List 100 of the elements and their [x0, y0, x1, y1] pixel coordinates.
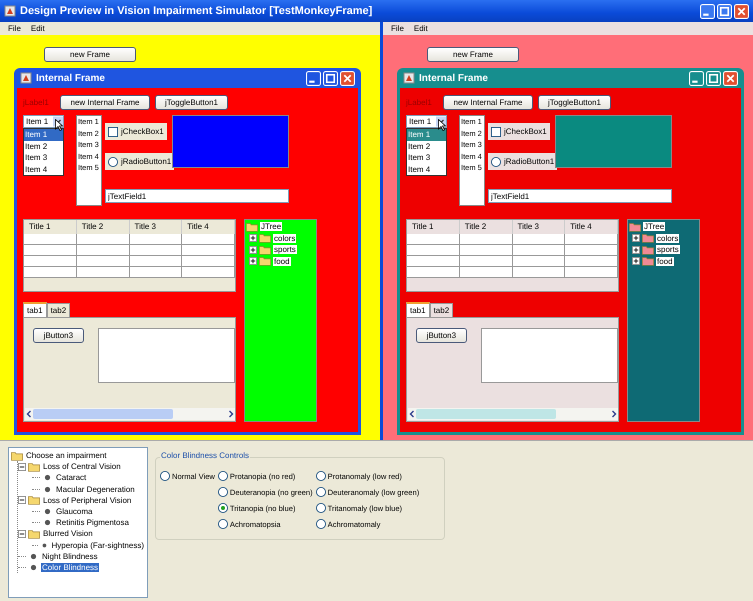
combo-box[interactable]: Item 1 — [406, 115, 447, 128]
scroll-right-icon[interactable] — [610, 409, 618, 419]
tree-node[interactable]: Choose an impairment — [25, 451, 108, 460]
scroll-left-icon[interactable] — [25, 409, 33, 419]
text-field[interactable]: jTextField1 — [488, 189, 672, 203]
folder-icon — [629, 222, 641, 232]
close-button[interactable] — [723, 70, 738, 86]
checkbox[interactable]: jCheckBox1 — [488, 123, 550, 140]
collapse-icon[interactable] — [18, 530, 26, 538]
expand-icon[interactable] — [632, 257, 640, 266]
folder-icon — [642, 244, 654, 255]
button[interactable]: jButton3 — [33, 328, 84, 343]
tree-node[interactable]: sports — [656, 245, 680, 254]
radio-icon[interactable] — [316, 471, 326, 481]
radio-icon[interactable] — [218, 471, 228, 481]
expand-icon[interactable] — [249, 257, 257, 266]
tree-node[interactable]: Loss of Central Vision — [42, 462, 122, 472]
expand-icon[interactable] — [632, 246, 640, 254]
tree-node[interactable]: Macular Degeneration — [55, 484, 136, 494]
scrollbar-thumb[interactable] — [416, 409, 556, 419]
radio-icon[interactable] — [316, 487, 326, 497]
text-area[interactable] — [98, 328, 235, 383]
tree-node[interactable]: Night Blindness — [41, 552, 99, 561]
new-frame-button[interactable]: new Frame — [44, 47, 136, 62]
scroll-right-icon[interactable] — [227, 409, 235, 419]
dropdown-option[interactable]: Item 3 — [24, 152, 63, 164]
radio-button[interactable]: jRadioButton1 — [488, 153, 558, 170]
tree-node[interactable]: colors — [273, 234, 296, 243]
expand-icon[interactable] — [249, 246, 257, 254]
radio-icon[interactable] — [218, 487, 228, 497]
folder-icon — [259, 233, 271, 244]
scroll-left-icon[interactable] — [408, 409, 416, 419]
tree-node[interactable]: Cataract — [55, 473, 88, 482]
radio-icon[interactable] — [491, 156, 501, 166]
collapse-icon[interactable] — [18, 496, 26, 504]
tree-node[interactable]: JTree — [260, 222, 282, 232]
checkbox-icon[interactable] — [491, 126, 501, 136]
tree-node[interactable]: Retinitis Pigmentosa — [55, 518, 130, 528]
folder-icon — [246, 222, 258, 232]
new-internal-frame-button[interactable]: new Internal Frame — [60, 95, 150, 110]
combo-box[interactable]: Item 1 — [23, 115, 64, 128]
radio-icon[interactable] — [108, 156, 118, 166]
tree-node[interactable]: Hyperopia (Far-sightness) — [50, 540, 145, 550]
radio-icon[interactable] — [316, 519, 326, 529]
tab[interactable]: tab1 — [23, 302, 47, 317]
menu-item[interactable]: Edit — [414, 24, 428, 33]
horizontal-scrollbar[interactable] — [408, 408, 618, 420]
tab[interactable]: tab2 — [430, 303, 454, 317]
minimize-button[interactable] — [689, 70, 704, 86]
new-internal-frame-button[interactable]: new Internal Frame — [443, 95, 533, 110]
radio-button[interactable]: jRadioButton1 — [105, 153, 174, 170]
maximize-button[interactable] — [706, 70, 721, 86]
minimize-button[interactable] — [700, 4, 715, 18]
minimize-button[interactable] — [306, 70, 321, 86]
maximize-button[interactable] — [717, 4, 732, 18]
horizontal-scrollbar[interactable] — [25, 408, 235, 420]
dropdown-option[interactable]: Item 2 — [24, 140, 63, 152]
tree-node[interactable]: food — [656, 256, 674, 266]
tab[interactable]: tab1 — [406, 302, 430, 317]
radio-icon[interactable] — [316, 503, 326, 513]
label-text: jLabel1 — [406, 98, 433, 107]
dropdown-option[interactable]: Item 1 — [407, 129, 446, 140]
checkbox[interactable]: jCheckBox1 — [105, 123, 167, 140]
tree-node[interactable]: Blurred Vision — [42, 529, 94, 538]
menu-item[interactable]: File — [8, 24, 21, 33]
dropdown-option[interactable]: Item 3 — [407, 152, 446, 164]
close-button[interactable] — [340, 70, 355, 86]
radio-icon[interactable] — [218, 519, 228, 529]
expand-icon[interactable] — [632, 234, 640, 242]
dropdown-option[interactable]: Item 1 — [24, 129, 63, 140]
expand-icon[interactable] — [249, 234, 257, 242]
radio-icon[interactable] — [160, 471, 170, 481]
close-button[interactable] — [734, 4, 749, 18]
folder-icon — [642, 256, 654, 266]
dropdown-option[interactable]: Item 4 — [24, 164, 63, 175]
tree-node[interactable]: JTree — [643, 222, 666, 232]
button[interactable]: jButton3 — [416, 328, 467, 343]
folder-icon — [259, 244, 271, 255]
tree-node[interactable]: Glaucoma — [55, 507, 94, 516]
text-area[interactable] — [480, 328, 618, 383]
toggle-button[interactable]: jToggleButton1 — [155, 95, 228, 110]
toggle-button[interactable]: jToggleButton1 — [538, 95, 611, 110]
tree-node[interactable]: sports — [273, 245, 297, 254]
menu-item[interactable]: Edit — [30, 24, 45, 33]
new-frame-button[interactable]: new Frame — [427, 47, 519, 62]
tree-node[interactable]: Loss of Peripheral Vision — [42, 496, 132, 505]
collapse-icon[interactable] — [18, 462, 26, 471]
dropdown-option[interactable]: Item 4 — [407, 164, 446, 175]
checkbox-icon[interactable] — [108, 126, 118, 136]
tab[interactable]: tab2 — [46, 303, 70, 317]
tree-node[interactable]: Color Blindness — [41, 562, 100, 572]
radio-icon[interactable] — [218, 503, 228, 513]
maximize-button[interactable] — [323, 70, 338, 86]
scrollbar-thumb[interactable] — [33, 409, 173, 419]
table-cell — [512, 267, 566, 278]
tree-node[interactable]: food — [273, 256, 291, 266]
dropdown-option[interactable]: Item 2 — [407, 140, 446, 152]
tree-node[interactable]: colors — [656, 234, 680, 243]
menu-item[interactable]: File — [391, 24, 404, 33]
text-field[interactable]: jTextField1 — [105, 189, 289, 203]
